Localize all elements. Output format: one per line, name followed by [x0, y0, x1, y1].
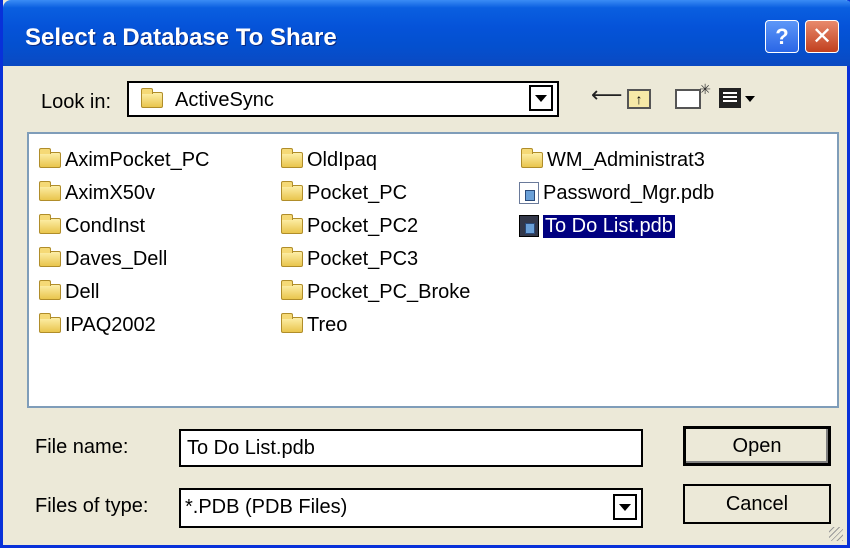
folder-icon	[39, 247, 61, 267]
list-item-label: Password_Mgr.pdb	[543, 181, 715, 204]
list-item[interactable]: Dell	[37, 278, 99, 306]
look-in-value: ActiveSync	[175, 89, 274, 111]
list-item-label: Pocket_PC2	[307, 214, 419, 237]
list-item-label: AximPocket_PC	[65, 148, 210, 171]
cancel-button[interactable]: Cancel	[683, 484, 831, 524]
resize-grip-icon[interactable]	[829, 527, 843, 541]
folder-icon	[39, 181, 61, 201]
list-item-label: Pocket_PC	[307, 181, 408, 204]
window-title: Select a Database To Share	[25, 24, 337, 51]
pdb-file-icon	[519, 215, 539, 237]
list-item[interactable]: AximX50v	[37, 179, 155, 207]
list-item-label: To Do List.pdb	[543, 214, 675, 238]
chevron-down-icon	[535, 94, 547, 102]
folder-icon	[281, 148, 303, 168]
list-item-label: AximX50v	[65, 181, 156, 204]
back-icon[interactable]: ⟵	[591, 82, 623, 108]
list-item-label: OldIpaq	[307, 148, 378, 171]
list-item[interactable]: Pocket_PC_Broke	[279, 278, 470, 306]
list-item[interactable]: WM_Administrat3	[519, 146, 705, 174]
folder-icon	[39, 214, 61, 234]
views-menu-arrow-icon[interactable]	[745, 96, 755, 102]
folder-icon	[39, 148, 61, 168]
file-type-dropdown[interactable]: *.PDB (PDB Files)	[179, 488, 643, 528]
look-in-label: Look in:	[41, 91, 112, 113]
folder-icon	[521, 148, 543, 168]
file-type-dropdown-arrow[interactable]	[613, 494, 637, 520]
list-item-label: Pocket_PC_Broke	[307, 280, 471, 303]
folder-icon	[281, 214, 303, 234]
list-item-label: Daves_Dell	[65, 247, 168, 270]
list-item-label: CondInst	[65, 214, 146, 237]
list-item[interactable]: Pocket_PC2	[279, 212, 418, 240]
list-item[interactable]: Pocket_PC	[279, 179, 407, 207]
folder-icon	[281, 181, 303, 201]
list-item[interactable]: Password_Mgr.pdb	[519, 179, 714, 207]
list-item[interactable]: Daves_Dell	[37, 245, 167, 273]
list-item-label: WM_Administrat3	[547, 148, 705, 171]
file-name-input[interactable]	[179, 429, 643, 467]
file-list[interactable]: AximPocket_PC AximX50v CondInst Daves_De…	[27, 132, 839, 408]
list-item[interactable]: Treo	[279, 311, 347, 339]
file-type-label: Files of type:	[35, 495, 149, 517]
pdb-file-icon	[519, 182, 539, 204]
look-in-dropdown[interactable]: ActiveSync	[127, 81, 559, 117]
list-item[interactable]: IPAQ2002	[37, 311, 156, 339]
look-in-dropdown-arrow[interactable]	[529, 85, 553, 111]
list-item-label: IPAQ2002	[65, 313, 156, 336]
open-button[interactable]: Open	[683, 426, 831, 466]
list-item-selected[interactable]: To Do List.pdb	[519, 212, 675, 240]
folder-icon	[39, 280, 61, 300]
file-dialog: Select a Database To Share ? ✕ Look in: …	[0, 0, 850, 548]
list-item[interactable]: CondInst	[37, 212, 145, 240]
folder-icon	[39, 313, 61, 333]
list-item-label: Pocket_PC3	[307, 247, 419, 270]
folder-icon	[281, 247, 303, 267]
list-item[interactable]: OldIpaq	[279, 146, 377, 174]
views-menu-icon[interactable]	[719, 88, 741, 108]
chevron-down-icon	[619, 503, 631, 511]
new-folder-icon[interactable]	[675, 81, 711, 109]
up-folder-icon[interactable]: ↑	[627, 89, 651, 109]
folder-icon	[281, 280, 303, 300]
folder-icon	[281, 313, 303, 333]
file-name-label: File name:	[35, 436, 129, 458]
file-type-value: *.PDB (PDB Files)	[185, 496, 348, 518]
list-item[interactable]: AximPocket_PC	[37, 146, 210, 174]
folder-icon	[141, 88, 163, 108]
help-button[interactable]: ?	[765, 20, 799, 53]
list-item-label: Dell	[65, 280, 100, 303]
list-item[interactable]: Pocket_PC3	[279, 245, 418, 273]
close-button[interactable]: ✕	[805, 20, 839, 53]
title-bar[interactable]: Select a Database To Share ? ✕	[3, 0, 850, 66]
list-item-label: Treo	[307, 313, 348, 336]
